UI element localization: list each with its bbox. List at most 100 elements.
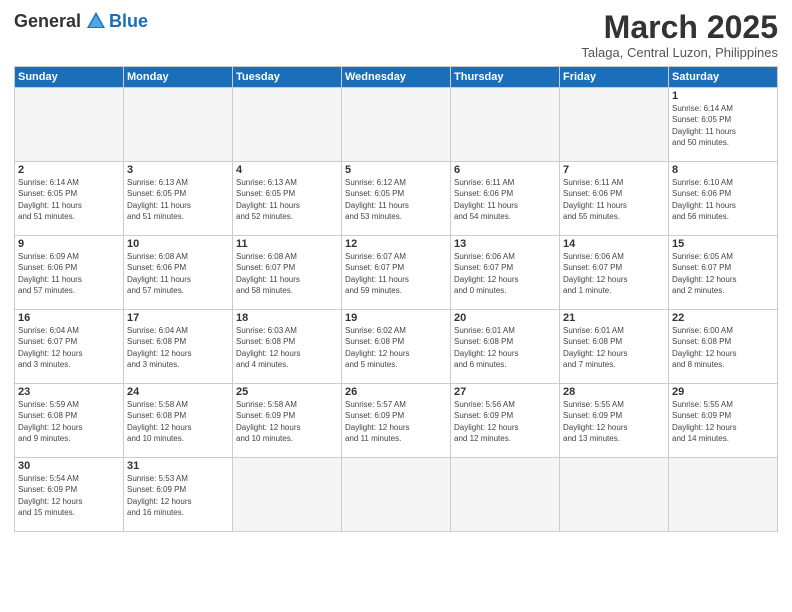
day-number: 20 xyxy=(454,312,556,324)
table-row: 31Sunrise: 5:53 AM Sunset: 6:09 PM Dayli… xyxy=(124,458,233,532)
table-row xyxy=(451,458,560,532)
day-info: Sunrise: 6:08 AM Sunset: 6:06 PM Dayligh… xyxy=(127,251,229,296)
logo: General Blue xyxy=(14,10,148,32)
day-number: 9 xyxy=(18,238,120,250)
day-number: 16 xyxy=(18,312,120,324)
day-number: 5 xyxy=(345,164,447,176)
day-info: Sunrise: 6:02 AM Sunset: 6:08 PM Dayligh… xyxy=(345,325,447,370)
day-number: 8 xyxy=(672,164,774,176)
table-row: 27Sunrise: 5:56 AM Sunset: 6:09 PM Dayli… xyxy=(451,384,560,458)
table-row: 17Sunrise: 6:04 AM Sunset: 6:08 PM Dayli… xyxy=(124,310,233,384)
day-number: 15 xyxy=(672,238,774,250)
day-info: Sunrise: 5:56 AM Sunset: 6:09 PM Dayligh… xyxy=(454,399,556,444)
header-tuesday: Tuesday xyxy=(233,67,342,88)
page: General Blue March 2025 Talaga, Central … xyxy=(0,0,792,612)
day-info: Sunrise: 6:08 AM Sunset: 6:07 PM Dayligh… xyxy=(236,251,338,296)
day-number: 4 xyxy=(236,164,338,176)
table-row: 2Sunrise: 6:14 AM Sunset: 6:05 PM Daylig… xyxy=(15,162,124,236)
table-row: 30Sunrise: 5:54 AM Sunset: 6:09 PM Dayli… xyxy=(15,458,124,532)
location-subtitle: Talaga, Central Luzon, Philippines xyxy=(581,45,778,60)
day-info: Sunrise: 5:54 AM Sunset: 6:09 PM Dayligh… xyxy=(18,473,120,518)
day-info: Sunrise: 6:12 AM Sunset: 6:05 PM Dayligh… xyxy=(345,177,447,222)
day-number: 22 xyxy=(672,312,774,324)
day-number: 21 xyxy=(563,312,665,324)
table-row: 19Sunrise: 6:02 AM Sunset: 6:08 PM Dayli… xyxy=(342,310,451,384)
day-info: Sunrise: 6:01 AM Sunset: 6:08 PM Dayligh… xyxy=(454,325,556,370)
table-row xyxy=(233,88,342,162)
header-saturday: Saturday xyxy=(669,67,778,88)
table-row: 5Sunrise: 6:12 AM Sunset: 6:05 PM Daylig… xyxy=(342,162,451,236)
table-row: 6Sunrise: 6:11 AM Sunset: 6:06 PM Daylig… xyxy=(451,162,560,236)
day-info: Sunrise: 6:05 AM Sunset: 6:07 PM Dayligh… xyxy=(672,251,774,296)
header-thursday: Thursday xyxy=(451,67,560,88)
day-info: Sunrise: 6:14 AM Sunset: 6:05 PM Dayligh… xyxy=(672,103,774,148)
table-row: 23Sunrise: 5:59 AM Sunset: 6:08 PM Dayli… xyxy=(15,384,124,458)
table-row: 13Sunrise: 6:06 AM Sunset: 6:07 PM Dayli… xyxy=(451,236,560,310)
day-info: Sunrise: 6:13 AM Sunset: 6:05 PM Dayligh… xyxy=(236,177,338,222)
day-number: 14 xyxy=(563,238,665,250)
day-info: Sunrise: 6:11 AM Sunset: 6:06 PM Dayligh… xyxy=(454,177,556,222)
table-row xyxy=(669,458,778,532)
table-row: 22Sunrise: 6:00 AM Sunset: 6:08 PM Dayli… xyxy=(669,310,778,384)
header-friday: Friday xyxy=(560,67,669,88)
table-row: 25Sunrise: 5:58 AM Sunset: 6:09 PM Dayli… xyxy=(233,384,342,458)
calendar-week-row: 9Sunrise: 6:09 AM Sunset: 6:06 PM Daylig… xyxy=(15,236,778,310)
table-row xyxy=(233,458,342,532)
month-title: March 2025 xyxy=(581,10,778,45)
table-row: 16Sunrise: 6:04 AM Sunset: 6:07 PM Dayli… xyxy=(15,310,124,384)
day-number: 25 xyxy=(236,386,338,398)
table-row xyxy=(342,458,451,532)
table-row: 7Sunrise: 6:11 AM Sunset: 6:06 PM Daylig… xyxy=(560,162,669,236)
weekday-header-row: Sunday Monday Tuesday Wednesday Thursday… xyxy=(15,67,778,88)
day-info: Sunrise: 6:10 AM Sunset: 6:06 PM Dayligh… xyxy=(672,177,774,222)
calendar-week-row: 2Sunrise: 6:14 AM Sunset: 6:05 PM Daylig… xyxy=(15,162,778,236)
calendar-week-row: 30Sunrise: 5:54 AM Sunset: 6:09 PM Dayli… xyxy=(15,458,778,532)
table-row: 26Sunrise: 5:57 AM Sunset: 6:09 PM Dayli… xyxy=(342,384,451,458)
day-number: 26 xyxy=(345,386,447,398)
table-row xyxy=(451,88,560,162)
day-info: Sunrise: 5:59 AM Sunset: 6:08 PM Dayligh… xyxy=(18,399,120,444)
day-number: 6 xyxy=(454,164,556,176)
day-number: 28 xyxy=(563,386,665,398)
day-info: Sunrise: 6:03 AM Sunset: 6:08 PM Dayligh… xyxy=(236,325,338,370)
day-number: 23 xyxy=(18,386,120,398)
day-number: 30 xyxy=(18,460,120,472)
day-number: 29 xyxy=(672,386,774,398)
calendar-week-row: 23Sunrise: 5:59 AM Sunset: 6:08 PM Dayli… xyxy=(15,384,778,458)
logo-icon xyxy=(85,10,107,32)
day-number: 1 xyxy=(672,90,774,102)
day-number: 18 xyxy=(236,312,338,324)
header-wednesday: Wednesday xyxy=(342,67,451,88)
day-number: 19 xyxy=(345,312,447,324)
day-info: Sunrise: 6:14 AM Sunset: 6:05 PM Dayligh… xyxy=(18,177,120,222)
table-row xyxy=(124,88,233,162)
table-row: 21Sunrise: 6:01 AM Sunset: 6:08 PM Dayli… xyxy=(560,310,669,384)
logo-area: General Blue xyxy=(14,10,148,32)
table-row: 20Sunrise: 6:01 AM Sunset: 6:08 PM Dayli… xyxy=(451,310,560,384)
calendar-week-row: 16Sunrise: 6:04 AM Sunset: 6:07 PM Dayli… xyxy=(15,310,778,384)
day-info: Sunrise: 5:58 AM Sunset: 6:08 PM Dayligh… xyxy=(127,399,229,444)
day-info: Sunrise: 6:04 AM Sunset: 6:07 PM Dayligh… xyxy=(18,325,120,370)
table-row: 18Sunrise: 6:03 AM Sunset: 6:08 PM Dayli… xyxy=(233,310,342,384)
day-info: Sunrise: 5:55 AM Sunset: 6:09 PM Dayligh… xyxy=(672,399,774,444)
table-row: 24Sunrise: 5:58 AM Sunset: 6:08 PM Dayli… xyxy=(124,384,233,458)
table-row: 29Sunrise: 5:55 AM Sunset: 6:09 PM Dayli… xyxy=(669,384,778,458)
day-number: 13 xyxy=(454,238,556,250)
table-row xyxy=(560,458,669,532)
day-info: Sunrise: 6:07 AM Sunset: 6:07 PM Dayligh… xyxy=(345,251,447,296)
day-info: Sunrise: 6:11 AM Sunset: 6:06 PM Dayligh… xyxy=(563,177,665,222)
day-number: 10 xyxy=(127,238,229,250)
day-number: 24 xyxy=(127,386,229,398)
table-row: 4Sunrise: 6:13 AM Sunset: 6:05 PM Daylig… xyxy=(233,162,342,236)
day-info: Sunrise: 6:04 AM Sunset: 6:08 PM Dayligh… xyxy=(127,325,229,370)
day-info: Sunrise: 6:00 AM Sunset: 6:08 PM Dayligh… xyxy=(672,325,774,370)
day-number: 2 xyxy=(18,164,120,176)
table-row: 9Sunrise: 6:09 AM Sunset: 6:06 PM Daylig… xyxy=(15,236,124,310)
day-number: 17 xyxy=(127,312,229,324)
day-number: 31 xyxy=(127,460,229,472)
day-number: 3 xyxy=(127,164,229,176)
day-info: Sunrise: 5:55 AM Sunset: 6:09 PM Dayligh… xyxy=(563,399,665,444)
day-info: Sunrise: 6:06 AM Sunset: 6:07 PM Dayligh… xyxy=(454,251,556,296)
table-row xyxy=(342,88,451,162)
logo-blue-text: Blue xyxy=(109,11,148,32)
